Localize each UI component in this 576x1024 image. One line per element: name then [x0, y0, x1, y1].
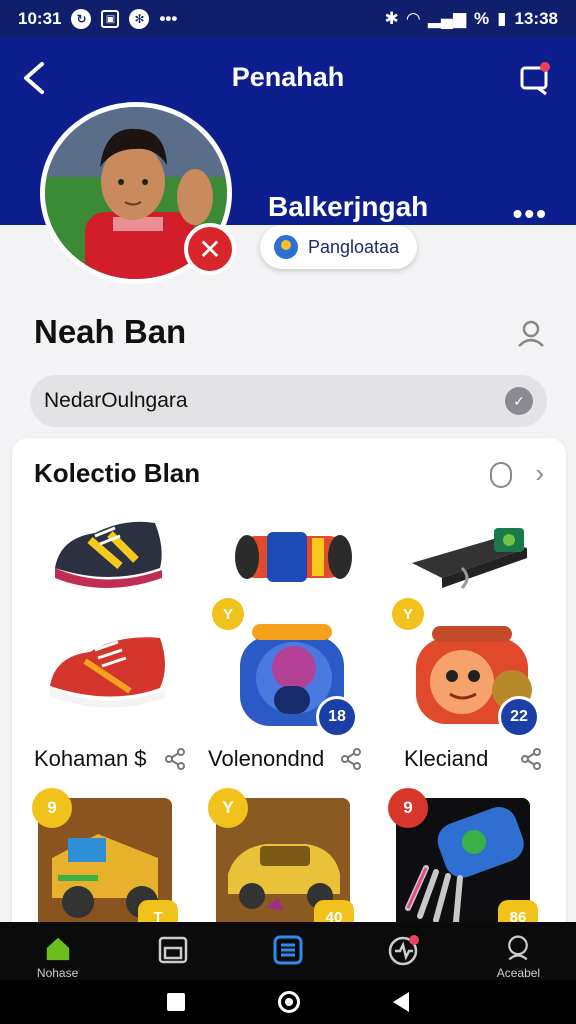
more-options-button[interactable]: •••: [513, 198, 548, 230]
share-icon[interactable]: [164, 748, 186, 770]
item-count-badge: 22: [498, 696, 540, 738]
collection-item-scroll[interactable]: [222, 498, 382, 618]
list-icon: [273, 935, 303, 965]
bluetooth-icon: ✱: [384, 9, 399, 28]
close-icon: ✕: [198, 233, 222, 265]
nav-activity[interactable]: [346, 922, 461, 980]
status-right: ✱ ◠ ▂▄▆ % ▮ 13:38: [385, 9, 559, 29]
message-button[interactable]: [518, 60, 554, 96]
username: Balkerjngah: [268, 191, 429, 222]
nav-shop[interactable]: [115, 922, 230, 980]
home-icon: [46, 937, 69, 961]
profile-chip[interactable]: Pangloataa: [260, 225, 418, 269]
sync-icon: ↻: [71, 9, 92, 29]
item-count-badge: 18: [316, 696, 358, 738]
chat-icon: [520, 62, 550, 96]
status-time-right: 13:38: [514, 9, 558, 28]
usb-drive-icon: [412, 528, 527, 590]
settings-icon: ✻: [129, 9, 150, 29]
activity-icon: [388, 935, 420, 966]
recents-button[interactable]: [166, 993, 185, 1011]
system-nav: [0, 980, 576, 1024]
user-icon: [518, 320, 544, 347]
bottom-nav: Nohase Aceabel: [0, 922, 576, 980]
collection-item-sneaker-blue[interactable]: [40, 498, 200, 618]
share-icon[interactable]: [520, 748, 542, 770]
status-left: 10:31 ↻ ▣ ✻ •••: [18, 9, 177, 29]
status-bar: 10:31 ↻ ▣ ✻ ••• ✱ ◠ ▂▄▆ % ▮ 13:38: [0, 0, 576, 38]
home-button[interactable]: [277, 991, 300, 1013]
chip-label: Pangloataa: [308, 236, 400, 257]
sneaker-icon: [55, 521, 162, 588]
battery-icon: ▮: [497, 9, 507, 28]
red-sneaker-icon: [50, 637, 165, 708]
team-icon: [274, 235, 298, 259]
tile-badge: Y: [208, 788, 248, 828]
back-system-button[interactable]: [393, 992, 410, 1012]
item-label: Kohaman $: [34, 746, 147, 771]
new-badge: Y: [212, 598, 244, 630]
collection-item-usb-drive[interactable]: [402, 498, 562, 618]
nav-list[interactable]: [230, 922, 345, 980]
share-icon[interactable]: [340, 748, 362, 770]
profile-button[interactable]: [516, 318, 546, 348]
profile-icon: [508, 935, 529, 961]
tile-badge: 9: [388, 788, 428, 828]
nav-profile-label: Aceabel: [496, 966, 541, 980]
collection-title: Kolectio Blan: [34, 458, 201, 488]
item-label: Kleciand: [404, 746, 489, 771]
search-go-button[interactable]: ✓: [505, 387, 533, 415]
chevron-right-icon[interactable]: ›: [535, 458, 544, 489]
more-notifications-icon: •••: [159, 9, 178, 28]
search-bar: ✓: [30, 375, 547, 427]
tile-badge: 9: [32, 788, 72, 828]
collection-card: Kolectio Blan › Y 18 Y 22 Kohaman $ Vole…: [12, 438, 566, 938]
page-title: Penahah: [231, 62, 345, 92]
signal-icon: ▂▄▆: [427, 9, 467, 28]
refresh-icon[interactable]: [490, 462, 512, 488]
nav-home[interactable]: Nohase: [0, 922, 115, 980]
scroll-roll-icon: [235, 532, 352, 582]
profile-name: Neah Ban: [34, 313, 187, 350]
status-time-left: 10:31: [18, 9, 62, 28]
wifi-icon: ◠: [406, 9, 420, 28]
battery-percent: %: [474, 9, 490, 28]
collection-item-sneaker-red[interactable]: [40, 616, 200, 736]
nav-home-label: Nohase: [36, 966, 79, 980]
nav-profile[interactable]: Aceabel: [461, 922, 576, 980]
item-label: Volenondnd: [208, 746, 325, 771]
photo-icon: ▣: [101, 10, 120, 28]
collection-item-blue-bag[interactable]: [222, 606, 382, 726]
store-icon: [158, 936, 188, 964]
remove-avatar-button[interactable]: ✕: [184, 223, 236, 275]
search-input[interactable]: [44, 389, 505, 413]
new-badge: Y: [392, 598, 424, 630]
